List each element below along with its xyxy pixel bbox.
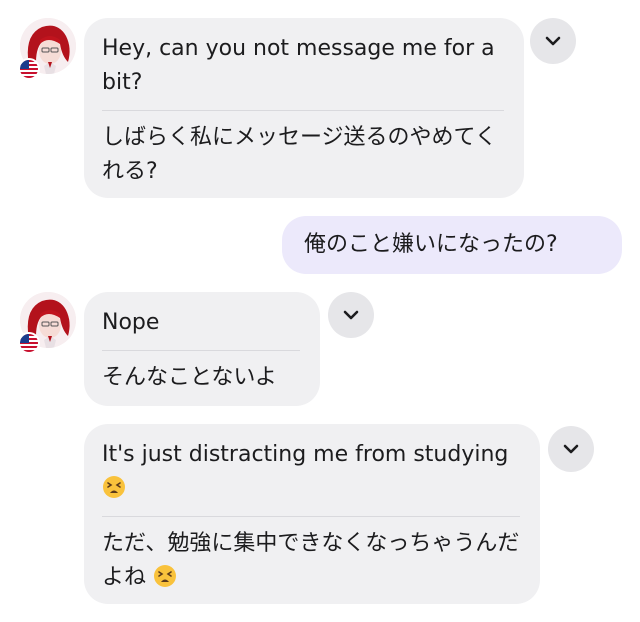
- message-menu-button[interactable]: [548, 426, 594, 472]
- message-bubble-incoming[interactable]: Hey, can you not message me for a bit? し…: [84, 18, 524, 198]
- message-original-text: Hey, can you not message me for a bit?: [102, 32, 504, 111]
- tired-face-emoji: [102, 475, 126, 499]
- message-text: 俺のこと嫌いになったの?: [304, 232, 558, 257]
- chevron-down-icon: [545, 36, 561, 46]
- message-translation-text: しばらく私にメッセージ送るのやめてくれる?: [102, 125, 497, 184]
- message-original-text: Nope: [102, 306, 300, 351]
- message-translation-text: そんなことないよ: [102, 365, 277, 390]
- avatar[interactable]: [18, 18, 76, 80]
- us-flag-icon: [18, 332, 40, 354]
- message-original-text: It's just distracting me from studying: [102, 442, 509, 467]
- tired-face-emoji: [153, 564, 177, 588]
- chevron-down-icon: [563, 444, 579, 454]
- message-original: It's just distracting me from studying: [102, 438, 520, 517]
- avatar[interactable]: [18, 292, 76, 354]
- chat-thread: Hey, can you not message me for a bit? し…: [0, 0, 640, 622]
- message-translation: ただ、勉強に集中できなくなっちゃうんだよね: [102, 527, 520, 595]
- message-bubble-incoming[interactable]: Nope そんなことないよ: [84, 292, 320, 406]
- message-bubble-outgoing[interactable]: 俺のこと嫌いになったの?: [282, 216, 622, 274]
- message-menu-button[interactable]: [530, 18, 576, 64]
- chevron-down-icon: [343, 310, 359, 320]
- message-bubble-incoming[interactable]: It's just distracting me from studying た…: [84, 424, 540, 604]
- message-menu-button[interactable]: [328, 292, 374, 338]
- us-flag-icon: [18, 58, 40, 80]
